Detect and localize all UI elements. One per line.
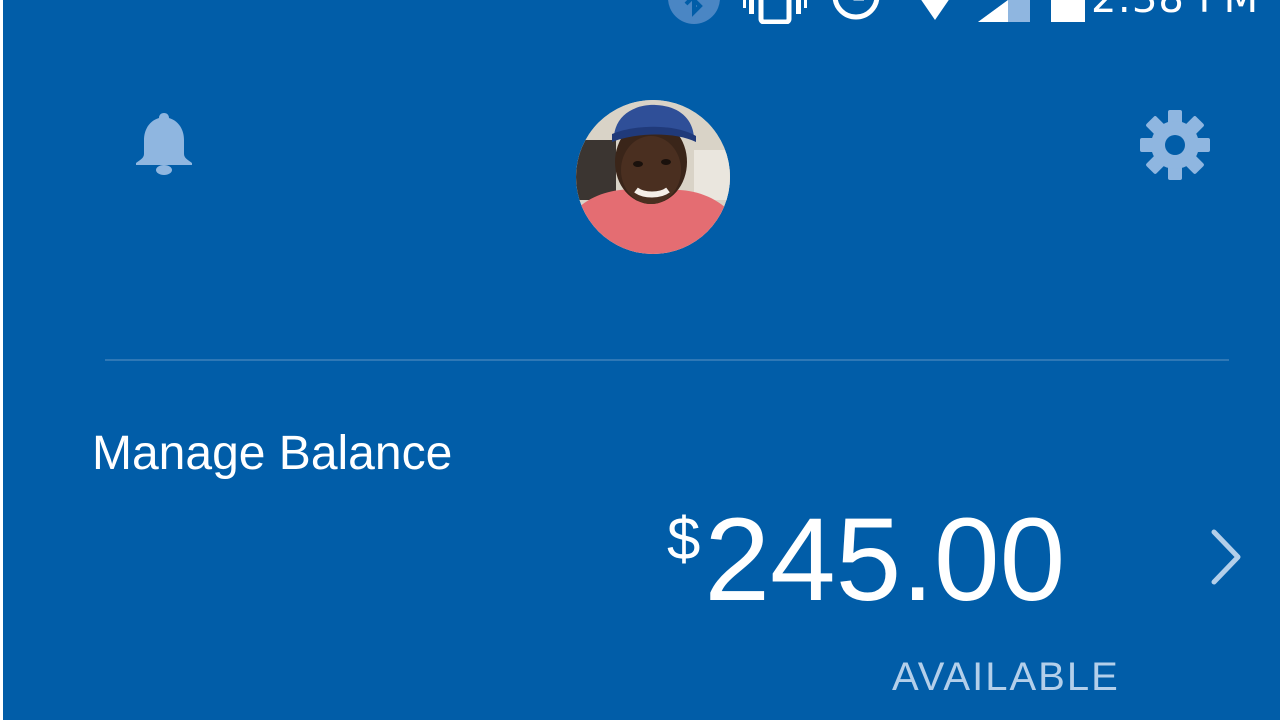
bell-icon[interactable]: [134, 110, 194, 176]
avatar[interactable]: [576, 100, 730, 254]
balance-amount[interactable]: $245.00: [667, 498, 1065, 622]
vibrate-icon: [743, 0, 807, 24]
available-label: AVAILABLE: [892, 655, 1120, 699]
profile-photo: [576, 100, 730, 254]
section-divider: [105, 359, 1229, 361]
alarm-icon: [832, 0, 880, 20]
cellular-signal-icon: [978, 0, 1030, 22]
manage-balance-heading[interactable]: Manage Balance: [92, 426, 452, 481]
chevron-right-icon[interactable]: [1208, 528, 1246, 586]
balance-value: 245.00: [704, 494, 1066, 626]
screen: 2:38 PM: [0, 0, 1280, 720]
currency-symbol: $: [667, 505, 701, 572]
app-background: 2:38 PM: [3, 0, 1280, 720]
bluetooth-icon: [668, 0, 720, 24]
status-time: 2:38 PM: [1091, 0, 1259, 22]
status-bar: 2:38 PM: [3, 0, 1280, 30]
wifi-icon: [921, 0, 949, 20]
battery-icon: [1051, 0, 1085, 22]
gear-icon[interactable]: [1138, 108, 1212, 182]
